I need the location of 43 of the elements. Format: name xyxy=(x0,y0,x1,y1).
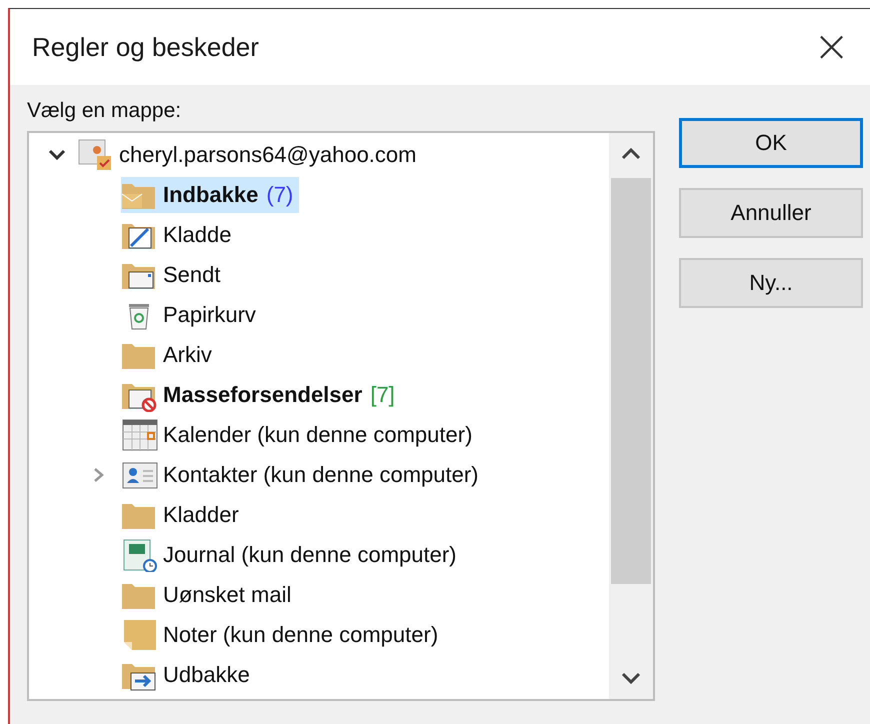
folder-item[interactable]: Papirkurv xyxy=(121,297,262,333)
folder-name: Kontakter (kun denne computer) xyxy=(163,462,479,488)
folder-name: Kladder xyxy=(163,502,239,528)
down-chevron-icon xyxy=(620,671,642,685)
folder-prompt: Vælg en mappe: xyxy=(27,99,182,123)
folder-item[interactable]: Masseforsendelser [7] xyxy=(121,377,401,413)
folder-name: Journal (kun denne computer) xyxy=(163,542,456,568)
folder-item[interactable]: Noter (kun denne computer) xyxy=(121,617,444,653)
folder-item[interactable]: Kladde xyxy=(121,217,238,253)
journal-icon xyxy=(121,538,159,572)
folder-name: Udbakke xyxy=(163,662,250,688)
up-chevron-icon xyxy=(620,147,642,161)
folder-name: Uønsket mail xyxy=(163,582,292,608)
folder-item[interactable]: Kalender (kun denne computer) xyxy=(121,417,478,453)
folder-item[interactable]: Sendt xyxy=(121,257,226,293)
folder-name: Indbakke xyxy=(163,182,258,208)
item-count: [7] xyxy=(370,382,395,408)
folder-name: Sendt xyxy=(163,262,220,288)
dialog-button[interactable]: Annuller xyxy=(679,188,863,238)
folder-item[interactable]: Kladder xyxy=(121,497,245,533)
scrollbar[interactable] xyxy=(609,133,653,699)
note-icon xyxy=(121,618,159,652)
folder-item[interactable]: Kontakter (kun denne computer) xyxy=(121,457,485,493)
expanded-chevron-icon[interactable] xyxy=(47,148,67,162)
folder-item[interactable]: Indbakke (7) xyxy=(121,177,300,213)
scroll-thumb[interactable] xyxy=(611,178,651,584)
folder-item[interactable]: Journal (kun denne computer) xyxy=(121,537,462,573)
folder-name: Kalender (kun denne computer) xyxy=(163,422,472,448)
calendar-icon xyxy=(121,418,159,452)
folder-name: Arkiv xyxy=(163,342,212,368)
folder-item[interactable]: Uønsket mail xyxy=(121,577,298,613)
window-title: Regler og beskeder xyxy=(32,32,259,62)
account-label[interactable]: cheryl.parsons64@yahoo.com xyxy=(119,142,416,168)
dialog-button[interactable]: OK xyxy=(679,118,863,168)
folder-name: Noter (kun denne computer) xyxy=(163,622,438,648)
folder-name: Kladde xyxy=(163,222,232,248)
folder-item[interactable]: Arkiv xyxy=(121,337,218,373)
folder-name: Papirkurv xyxy=(163,302,256,328)
dialog-button[interactable]: Ny... xyxy=(679,258,863,308)
item-count: (7) xyxy=(266,182,294,208)
folder-name: Masseforsendelser xyxy=(163,382,362,408)
close-button[interactable]: × xyxy=(809,25,854,69)
folder-item[interactable]: Udbakke xyxy=(121,657,256,693)
